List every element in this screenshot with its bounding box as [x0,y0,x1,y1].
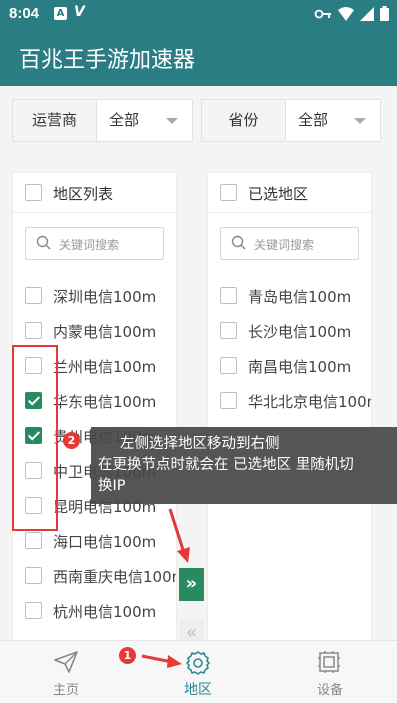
region-list-item[interactable]: 深圳电信100m [13,279,176,314]
vpn-key-icon [314,9,331,18]
v-app-icon: V [74,4,85,20]
battery-icon [380,6,389,21]
selected-region-panel: 已选地区 关键词搜索 青岛电信100m 长沙电信100m 南昌电信100m 华北北京电… [207,172,372,642]
item-checkbox[interactable] [25,322,42,339]
nav-region-label: 地区 [184,682,212,698]
nav-device[interactable]: 设备 [264,641,396,703]
item-label: 兰州电信100m [53,358,157,376]
item-label: 海口电信100m [53,533,157,551]
annotation-arrow [168,508,190,563]
region-list-item[interactable]: 杭州电信100m [13,594,176,629]
chevron-down-icon [166,118,178,124]
selected-region-header: 已选地区 [208,173,371,213]
gear-icon [186,651,210,675]
app-bar: 百兆王手游加速器 [0,28,397,86]
search-icon [36,235,51,250]
item-label: 青岛电信100m [248,288,352,306]
selected-search-input[interactable]: 关键词搜索 [220,227,359,260]
app-title: 百兆王手游加速器 [19,48,196,73]
tooltip-line-2: 在更换节点时就会在 已选地区 里随机切 [98,457,354,473]
wifi-icon [338,6,354,21]
region-list-header: 地区列表 [13,173,176,213]
region-list-title: 地区列表 [53,185,114,203]
search-placeholder: 关键词搜索 [59,238,120,252]
guide-tooltip: 左侧选择地区移动到右侧 在更换节点时就会在 已选地区 里随机切 换IP [91,427,397,504]
paper-plane-icon [54,651,78,673]
signal-icon [360,6,374,21]
item-checkbox[interactable] [220,357,237,374]
chevron-down-icon [354,118,366,124]
item-checkbox[interactable] [220,392,237,409]
select-all-checkbox[interactable] [25,184,42,201]
item-checkbox[interactable] [220,322,237,339]
item-label: 杭州电信100m [53,603,157,621]
item-label: 长沙电信100m [248,323,352,341]
status-bar: 8:04 A V [0,0,397,28]
item-checkbox[interactable] [25,567,42,584]
province-select[interactable]: 省份 全部 [201,99,381,142]
nav-home[interactable]: 主页 [0,641,132,703]
item-checkbox[interactable] [220,287,237,304]
tooltip-line-1: 左侧选择地区移动到右侧 [120,436,280,452]
item-label: 深圳电信100m [53,288,157,306]
step-badge-2: 2 [63,432,80,449]
selected-region-item[interactable]: 长沙电信100m [208,314,371,349]
region-list-item[interactable]: 内蒙电信100m [13,314,176,349]
status-time: 8:04 [9,5,40,22]
item-label: 华东电信100m [53,393,157,411]
item-checkbox[interactable] [25,532,42,549]
status-icons [314,6,389,21]
move-right-button[interactable]: » [179,568,204,601]
province-value: 全部 [298,111,329,129]
carrier-value: 全部 [109,111,140,129]
bottom-nav: 主页 地区 设备 [0,640,397,703]
selected-region-title: 已选地区 [248,185,309,203]
item-label: 内蒙电信100m [53,323,157,341]
search-icon [231,235,246,250]
carrier-select[interactable]: 运营商 全部 [12,99,193,142]
notification-icon: A [54,7,67,20]
selected-region-item[interactable]: 华北北京电信100m [208,384,371,419]
device-icon [318,651,340,673]
select-all-selected-checkbox[interactable] [220,184,237,201]
region-search-input[interactable]: 关键词搜索 [25,227,164,260]
annotation-arrow-nav [141,654,182,668]
carrier-label: 运营商 [13,100,97,141]
item-checkbox[interactable] [25,287,42,304]
nav-home-label: 主页 [52,683,79,698]
item-label: 西南重庆电信100m [53,568,177,586]
province-label: 省份 [202,100,286,141]
region-list-item[interactable]: 西南重庆电信100m [13,559,176,594]
search-placeholder: 关键词搜索 [254,238,315,252]
annotation-highlight-box [12,345,58,531]
step-badge-1: 1 [119,647,136,664]
item-label: 南昌电信100m [248,358,352,376]
selected-region-item[interactable]: 青岛电信100m [208,279,371,314]
nav-device-label: 设备 [316,683,343,698]
item-label: 华北北京电信100m [248,393,372,411]
selected-region-item[interactable]: 南昌电信100m [208,349,371,384]
tooltip-line-3: 换IP [98,478,126,494]
item-checkbox[interactable] [25,602,42,619]
